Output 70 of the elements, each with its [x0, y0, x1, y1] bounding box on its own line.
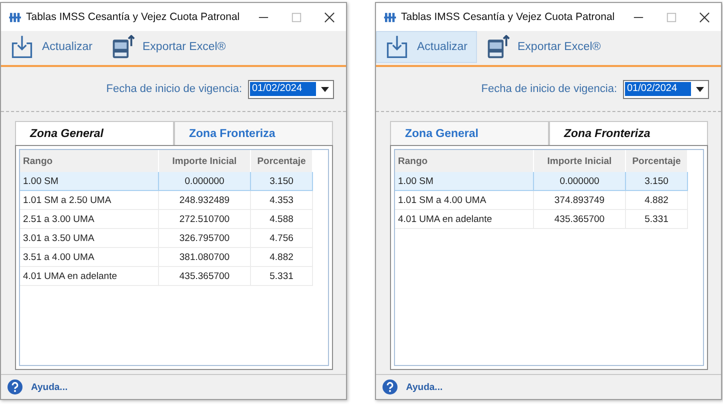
- table-cell: 4.01 UMA en adelante: [20, 267, 159, 286]
- tab[interactable]: Zona General: [15, 121, 174, 145]
- table-cell: 1.01 SM a 2.50 UMA: [20, 191, 159, 210]
- table-row[interactable]: 4.01 UMA en adelante 435.365700 5.331: [395, 210, 703, 229]
- app-icon: [9, 12, 22, 22]
- column-header[interactable]: Rango: [20, 150, 159, 172]
- table-cell: 1.01 SM a 4.00 UMA: [395, 191, 534, 210]
- table-cell: 4.882: [626, 191, 688, 210]
- table-cell: 435.365700: [159, 267, 251, 286]
- table-cell: 5.331: [626, 210, 688, 229]
- table-cell: 272.510700: [159, 210, 251, 229]
- table-cell: 435.365700: [534, 210, 626, 229]
- column-header[interactable]: Rango: [395, 150, 534, 172]
- table-cell: 0.000000: [159, 172, 251, 191]
- export-button[interactable]: Exportar Excel®: [476, 31, 610, 63]
- table-row[interactable]: 3.01 a 3.50 UMA 326.795700 4.756: [20, 229, 328, 248]
- date-dropdown[interactable]: 01/02/2024: [623, 80, 709, 98]
- table-cell: 4.756: [251, 229, 313, 248]
- column-header[interactable]: Porcentaje: [251, 150, 313, 172]
- refresh-button[interactable]: Actualizar: [1, 31, 102, 63]
- help-link[interactable]: Ayuda...: [406, 382, 443, 392]
- table-row[interactable]: 1.00 SM 0.000000 3.150: [20, 172, 328, 191]
- caret-icon: [321, 86, 329, 92]
- close-icon[interactable]: [699, 12, 710, 22]
- tab[interactable]: Zona Fronteriza: [174, 121, 333, 145]
- table-cell: 4.01 UMA en adelante: [395, 210, 534, 229]
- window-title: Tablas IMSS Cesantía y Vejez Cuota Patronal: [26, 11, 240, 23]
- table-cell: 0.000000: [534, 172, 626, 191]
- download-icon: [385, 35, 409, 59]
- date-dropdown[interactable]: 01/02/2024: [248, 80, 334, 98]
- table-row[interactable]: 4.01 UMA en adelante 435.365700 5.331: [20, 267, 328, 286]
- spreadsheet-export-icon: [110, 35, 134, 59]
- column-header[interactable]: Importe Inicial: [159, 150, 251, 172]
- table-cell: 4.882: [251, 248, 313, 267]
- refresh-button[interactable]: Actualizar: [376, 31, 476, 63]
- table-cell: 5.331: [251, 267, 313, 286]
- spreadsheet-export-icon: [486, 35, 510, 59]
- table-row[interactable]: 2.51 a 3.00 UMA 272.510700 4.588: [20, 210, 328, 229]
- help-link[interactable]: Ayuda...: [31, 382, 68, 392]
- column-header[interactable]: Porcentaje: [626, 150, 688, 172]
- table-cell: 248.932489: [159, 191, 251, 210]
- help-icon: [382, 379, 398, 395]
- tab[interactable]: Zona General: [390, 121, 549, 145]
- table-cell: 3.150: [251, 172, 313, 191]
- date-label: Fecha de inicio de vigencia:: [481, 83, 617, 95]
- table-cell: 4.353: [251, 191, 313, 210]
- table-cell: 374.893749: [534, 191, 626, 210]
- table-row[interactable]: 3.51 a 4.00 UMA 381.080700 4.882: [20, 248, 328, 267]
- download-icon: [10, 35, 34, 59]
- table-row[interactable]: 1.00 SM 0.000000 3.150: [395, 172, 703, 191]
- caret-icon: [696, 86, 704, 92]
- table-cell: 4.588: [251, 210, 313, 229]
- table-cell: 1.00 SM: [395, 172, 534, 191]
- close-icon[interactable]: [324, 12, 335, 22]
- tab[interactable]: Zona Fronteriza: [549, 121, 708, 145]
- help-icon: [7, 379, 23, 395]
- table-cell: 3.150: [626, 172, 688, 191]
- table-cell: 3.51 a 4.00 UMA: [20, 248, 159, 267]
- table-cell: 326.795700: [159, 229, 251, 248]
- table-cell: 2.51 a 3.00 UMA: [20, 210, 159, 229]
- table-cell: 3.01 a 3.50 UMA: [20, 229, 159, 248]
- table-cell: 381.080700: [159, 248, 251, 267]
- table-row[interactable]: 1.01 SM a 4.00 UMA 374.893749 4.882: [395, 191, 703, 210]
- window-title: Tablas IMSS Cesantía y Vejez Cuota Patronal: [401, 11, 615, 23]
- column-header[interactable]: Importe Inicial: [534, 150, 626, 172]
- table-cell: 1.00 SM: [20, 172, 159, 191]
- app-icon: [384, 12, 397, 22]
- table-row[interactable]: 1.01 SM a 2.50 UMA 248.932489 4.353: [20, 191, 328, 210]
- export-button[interactable]: Exportar Excel®: [102, 31, 235, 63]
- date-label: Fecha de inicio de vigencia:: [106, 83, 242, 95]
